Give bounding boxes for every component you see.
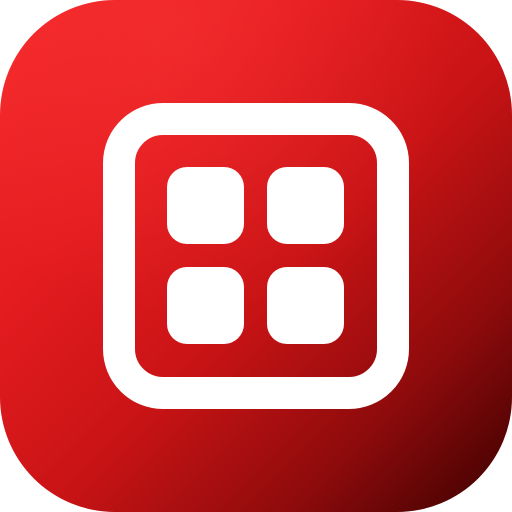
icon-canvas (0, 0, 512, 512)
rounded-frame-icon (103, 103, 409, 409)
grid-tile-bottom-right (267, 267, 344, 344)
grid-tile-top-right (267, 167, 344, 244)
app-icon[interactable] (0, 0, 512, 512)
grid-tile-bottom-left (167, 267, 244, 344)
grid-tile-top-left (167, 167, 244, 244)
